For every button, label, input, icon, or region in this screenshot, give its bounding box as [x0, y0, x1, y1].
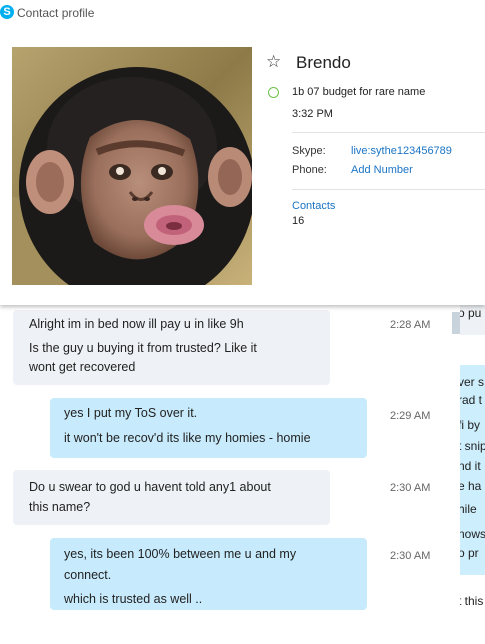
message-bubble-incoming[interactable]: Alright im in bed now ill pay u in like …	[13, 310, 330, 385]
divider	[292, 189, 485, 190]
scrollbar-thumb[interactable]	[452, 312, 460, 334]
adjacent-text: t snip	[460, 439, 485, 453]
message-timestamp: 2:28 AM	[390, 319, 431, 331]
adjacent-pane: o pu ver s rad t fi by t snip nd it e ha…	[460, 300, 485, 644]
message-timestamp: 2:30 AM	[390, 482, 431, 494]
message-line: connect.	[64, 568, 112, 582]
phone-label: Phone:	[292, 164, 327, 176]
message-bubble-outgoing[interactable]: yes I put my ToS over it. it won't be re…	[50, 398, 367, 458]
title-bar: S Contact profile	[0, 0, 485, 26]
message-line: wont get recovered	[29, 360, 136, 374]
skype-logo-icon: S	[0, 5, 14, 19]
contact-profile-panel: S Contact profile ☆ Brendo 1b 07 budget …	[0, 0, 485, 305]
message-bubble-incoming[interactable]: Do u swear to god u havent told any1 abo…	[13, 470, 330, 525]
contact-name: Brendo	[296, 53, 351, 72]
conversation-area: Alright im in bed now ill pay u in like …	[0, 300, 460, 644]
chimpanzee-avatar-image	[12, 47, 252, 285]
adjacent-text: ver s	[460, 375, 485, 389]
message-line: Do u swear to god u havent told any1 abo…	[29, 480, 271, 494]
adjacent-text: nows	[460, 527, 485, 541]
adjacent-text: o pr	[460, 546, 479, 560]
adjacent-text: e ha	[460, 479, 482, 493]
contacts-count: 16	[292, 215, 305, 227]
message-timestamp: 2:29 AM	[390, 410, 431, 422]
favorite-star-icon[interactable]: ☆	[266, 52, 281, 72]
mood-message: 1b 07 budget for rare name	[292, 86, 426, 98]
message-line: this name?	[29, 500, 91, 514]
window-title: Contact profile	[17, 6, 95, 20]
message-bubble-outgoing[interactable]: yes, its been 100% between me u and my c…	[50, 538, 367, 610]
contacts-link[interactable]: Contacts	[292, 200, 335, 212]
message-timestamp: 2:30 AM	[390, 550, 431, 562]
message-line: it won't be recov'd its like my homies -…	[64, 431, 311, 445]
adjacent-text: fi by	[460, 418, 481, 432]
profile-picture[interactable]	[12, 47, 252, 285]
skype-label: Skype:	[292, 145, 326, 157]
local-time: 3:32 PM	[292, 108, 333, 120]
message-line: which is trusted as well ..	[64, 592, 203, 606]
skype-id-link[interactable]: live:sythe123456789	[351, 145, 452, 157]
message-line: yes I put my ToS over it.	[64, 406, 198, 420]
adjacent-text: hile	[460, 502, 477, 516]
online-status-icon	[268, 87, 279, 98]
adjacent-text: o pu	[460, 306, 482, 320]
adjacent-text: rad t	[460, 393, 483, 407]
adjacent-text: nd it	[460, 459, 481, 473]
message-line: Is the guy u buying it from trusted? Lik…	[29, 341, 257, 355]
adjacent-text: t this	[460, 594, 484, 608]
message-line: yes, its been 100% between me u and my	[64, 547, 297, 561]
message-line: Alright im in bed now ill pay u in like …	[29, 317, 244, 331]
divider	[292, 132, 485, 133]
add-number-link[interactable]: Add Number	[351, 164, 413, 176]
